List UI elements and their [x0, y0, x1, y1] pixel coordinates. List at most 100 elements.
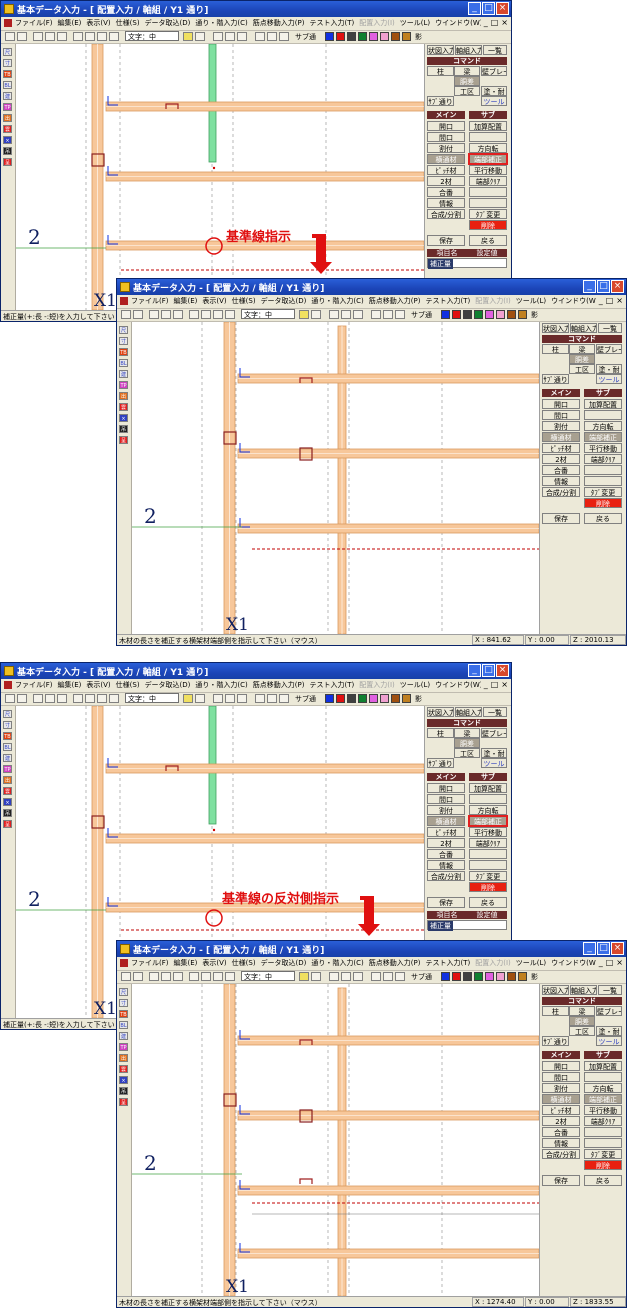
toolbar-button[interactable] — [161, 972, 171, 981]
command-button[interactable]: 工区 — [569, 1026, 595, 1036]
main-item-button[interactable]: 開口 — [542, 1061, 580, 1071]
mdi-button[interactable]: _ — [599, 958, 603, 967]
shadow-toggle[interactable]: 影 — [415, 32, 422, 42]
color-swatch[interactable] — [347, 694, 356, 703]
left-tool-button[interactable]: 出 — [119, 1054, 128, 1062]
menu-item[interactable]: 配置入力(I) — [359, 680, 395, 690]
toolbar-button[interactable] — [371, 972, 381, 981]
sub-item-button[interactable] — [584, 465, 622, 475]
main-item-button[interactable]: 横通材 — [427, 816, 465, 826]
toolbar-button[interactable] — [279, 694, 289, 703]
command-button[interactable]: 塗・耐 — [596, 1026, 622, 1036]
toolbar-button[interactable] — [161, 310, 171, 319]
command-button[interactable]: ｻﾌﾞ通り — [542, 1036, 569, 1046]
main-item-button[interactable]: 合番 — [427, 849, 465, 859]
main-item-button[interactable]: ﾋﾟｯﾁ材 — [427, 827, 465, 837]
shadow-toggle[interactable]: 影 — [415, 694, 422, 704]
toolbar-button[interactable] — [5, 32, 15, 41]
shadow-toggle[interactable]: 影 — [531, 310, 538, 320]
sub-line-label[interactable]: サブ通 — [411, 972, 432, 982]
sub-item-button[interactable]: 端部ｸﾘｱ — [469, 176, 507, 186]
sub-item-button[interactable]: ﾀﾌﾞ変更 — [469, 209, 507, 219]
command-button[interactable]: ｻﾌﾞ通り — [427, 96, 454, 106]
toolbar-button[interactable] — [173, 310, 183, 319]
toolbar-button[interactable] — [149, 972, 159, 981]
sub-item-button[interactable]: 端部補正 — [584, 432, 622, 442]
menu-item[interactable]: データ取込(D) — [261, 958, 307, 968]
toolbar-button[interactable] — [183, 32, 193, 41]
toolbar-button[interactable] — [73, 694, 83, 703]
sub-item-button[interactable]: 平行移動 — [584, 1105, 622, 1115]
toolbar-button[interactable] — [33, 32, 43, 41]
sub-item-button[interactable] — [469, 860, 507, 870]
close-button[interactable]: × — [496, 2, 509, 15]
color-swatch[interactable] — [463, 972, 472, 981]
sub-item-button[interactable]: ﾀﾌﾞ変更 — [469, 871, 507, 881]
toolbar-button[interactable] — [279, 32, 289, 41]
command-button[interactable]: 工区 — [454, 86, 480, 96]
title-bar[interactable]: 基本データ入力 - [ 配置入力 / 軸組 / Y1 通り] _ □ × — [1, 663, 511, 679]
menu-item[interactable]: 通り・階入力(C) — [311, 296, 363, 306]
left-tool-button[interactable]: BL — [3, 743, 12, 751]
toolbar-button[interactable] — [255, 32, 265, 41]
left-tool-button[interactable]: 吊 — [119, 1087, 128, 1095]
color-swatch[interactable] — [463, 310, 472, 319]
sub-item-button[interactable] — [584, 1127, 622, 1137]
sub-item-button[interactable]: ﾀﾌﾞ変更 — [584, 487, 622, 497]
toolbar-button[interactable] — [121, 972, 131, 981]
sub-item-button[interactable]: 端部ｸﾘｱ — [584, 454, 622, 464]
command-button[interactable]: 胴差 — [569, 1016, 595, 1026]
main-item-button[interactable]: 2材 — [427, 838, 465, 848]
menu-item[interactable]: ツール(L) — [400, 680, 430, 690]
left-tool-button[interactable]: 建 — [3, 754, 12, 762]
menu-item[interactable]: 通り・階入力(C) — [195, 680, 247, 690]
left-tool-button[interactable]: 建 — [119, 370, 128, 378]
toolbar-button[interactable] — [311, 310, 321, 319]
sub-item-button[interactable]: 端部補正 — [584, 1094, 622, 1104]
main-item-button[interactable]: 割付 — [542, 1083, 580, 1093]
menu-item[interactable]: 通り・階入力(C) — [311, 958, 363, 968]
menu-item[interactable]: データ取込(D) — [145, 18, 191, 28]
panel-top-button[interactable]: 軸組入力 — [570, 985, 597, 995]
color-swatch[interactable] — [518, 972, 527, 981]
command-button[interactable]: 塗・耐 — [596, 364, 622, 374]
title-bar[interactable]: 基本データ入力 - [ 配置入力 / 軸組 / Y1 通り] _ □ × — [117, 279, 626, 295]
maximize-button[interactable]: □ — [597, 280, 610, 293]
sub-item-button[interactable] — [469, 132, 507, 142]
toolbar-button[interactable] — [183, 694, 193, 703]
panel-top-button[interactable]: 軸組入力 — [570, 323, 597, 333]
left-tool-button[interactable]: 出 — [3, 776, 12, 784]
main-item-button[interactable]: 間口 — [542, 1072, 580, 1082]
panel-top-button[interactable]: 状図入力 — [542, 985, 569, 995]
left-tool-button[interactable]: TP — [3, 765, 12, 773]
left-tool-button[interactable]: 吊 — [3, 147, 12, 155]
menu-item[interactable]: ファイル(F) — [15, 18, 53, 28]
sub-item-button[interactable]: 平行移動 — [584, 443, 622, 453]
color-swatch[interactable] — [507, 310, 516, 319]
save-button[interactable]: 保存 — [542, 513, 580, 524]
menu-item[interactable]: データ取込(D) — [261, 296, 307, 306]
toolbar-button[interactable] — [97, 694, 107, 703]
sub-item-button[interactable] — [469, 794, 507, 804]
panel-top-button[interactable]: 軸組入力 — [455, 707, 482, 717]
sub-line-label[interactable]: サブ通 — [295, 32, 316, 42]
left-tool-button[interactable]: TB — [119, 1010, 128, 1018]
toolbar-button[interactable] — [383, 310, 393, 319]
main-item-button[interactable]: 2材 — [542, 1116, 580, 1126]
toolbar-button[interactable] — [395, 972, 405, 981]
color-swatch[interactable] — [380, 32, 389, 41]
command-button[interactable]: 柱 — [542, 344, 569, 354]
color-swatch[interactable] — [358, 694, 367, 703]
menu-item[interactable]: ウインドウ(W) — [551, 958, 596, 968]
sub-item-button[interactable] — [469, 187, 507, 197]
left-tool-button[interactable]: 寸 — [119, 337, 128, 345]
maximize-button[interactable]: □ — [597, 942, 610, 955]
sub-item-button[interactable]: 削除 — [584, 1160, 622, 1170]
back-button[interactable]: 戻る — [469, 235, 507, 246]
mdi-button[interactable]: □ — [606, 296, 614, 305]
toolbar-button[interactable] — [109, 694, 119, 703]
sub-item-button[interactable]: 平行移動 — [469, 827, 507, 837]
font-size-select[interactable]: 文字：中 — [241, 309, 295, 319]
panel-top-button[interactable]: 状図入力 — [542, 323, 569, 333]
command-button[interactable]: 梁 — [569, 1006, 595, 1016]
